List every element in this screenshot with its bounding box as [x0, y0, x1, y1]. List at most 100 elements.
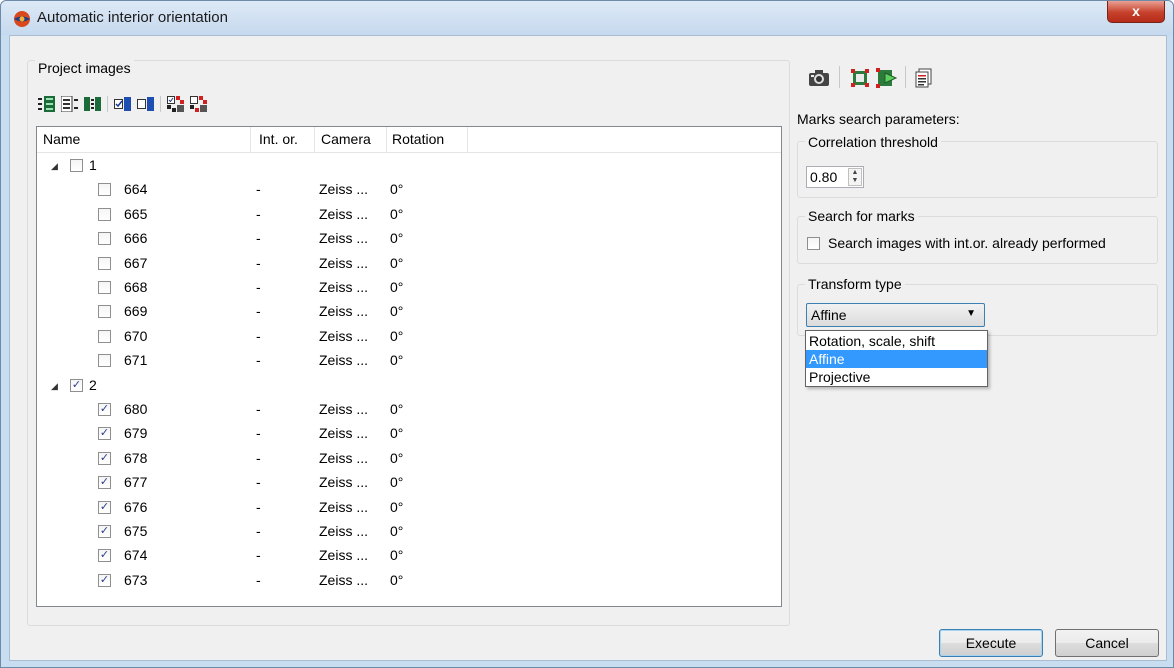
image-intor: -	[256, 327, 261, 344]
clear-marks-icon[interactable]	[190, 96, 208, 112]
tree-item-row[interactable]: ✓ 679 - Zeiss ... 0°	[37, 422, 781, 446]
group-checkbox[interactable]: ✓	[70, 378, 83, 392]
expand-all-icon[interactable]	[38, 96, 56, 112]
close-button[interactable]: x	[1107, 1, 1165, 23]
image-name: 679	[124, 425, 148, 442]
image-checkbox[interactable]	[98, 207, 111, 221]
tree-item-row[interactable]: 670 - Zeiss ... 0°	[37, 325, 781, 349]
group-name: 1	[89, 157, 97, 173]
toolbar-separator	[160, 96, 161, 112]
expand-arrow-icon[interactable]: ◢	[51, 161, 58, 172]
option-affine[interactable]: Affine	[806, 350, 987, 368]
tree-item-row[interactable]: ✓ 674 - Zeiss ... 0°	[37, 544, 781, 568]
uncheck-all-icon[interactable]	[137, 96, 155, 112]
image-checkbox[interactable]	[98, 232, 111, 246]
image-checkbox[interactable]	[98, 256, 111, 270]
image-intor: -	[256, 474, 261, 491]
image-rotation: 0°	[390, 449, 404, 466]
cancel-button[interactable]: Cancel	[1055, 629, 1159, 657]
group-name: 2	[89, 376, 97, 393]
title-bar[interactable]: Automatic interior orientation x	[1, 1, 1173, 35]
dialog-window: Automatic interior orientation x Project…	[0, 0, 1174, 668]
tree-item-row[interactable]: 671 - Zeiss ... 0°	[37, 349, 781, 373]
image-name: 678	[124, 449, 148, 466]
image-rotation: 0°	[390, 254, 404, 271]
check-all-icon[interactable]	[114, 96, 132, 112]
transform-type-select[interactable]: Affine ▼	[806, 303, 985, 327]
project-images-label: Project images	[35, 60, 134, 76]
tree-item-row[interactable]: 668 - Zeiss ... 0°	[37, 276, 781, 300]
search-performed-label[interactable]: Search images with int.or. already perfo…	[828, 235, 1106, 251]
toolbar-separator	[905, 66, 906, 88]
image-camera: Zeiss ...	[319, 498, 369, 515]
tree-item-row[interactable]: ✓ 676 - Zeiss ... 0°	[37, 496, 781, 520]
image-intor: -	[256, 523, 261, 539]
image-name: 680	[124, 401, 148, 417]
marks-frame-icon[interactable]	[850, 68, 870, 88]
image-rotation: 0°	[390, 571, 404, 588]
spin-up-icon[interactable]: ▲	[849, 169, 861, 177]
option-projective[interactable]: Projective	[806, 368, 987, 386]
chevron-down-icon: ▼	[966, 308, 976, 319]
toolbar-separator	[107, 96, 108, 112]
image-checkbox[interactable]: ✓	[98, 525, 111, 538]
image-checkbox[interactable]: ✓	[98, 476, 111, 490]
expand-arrow-icon[interactable]: ◢	[51, 381, 58, 392]
image-rotation: 0°	[390, 303, 404, 320]
tree-item-row[interactable]: ✓ 678 - Zeiss ... 0°	[37, 447, 781, 471]
collapse-list-icon[interactable]	[61, 96, 79, 112]
spin-down-icon[interactable]: ▼	[849, 177, 861, 185]
tree-item-row[interactable]: ✓ 677 - Zeiss ... 0°	[37, 471, 781, 495]
tree-item-row[interactable]: 669 - Zeiss ... 0°	[37, 300, 781, 324]
image-checkbox[interactable]: ✓	[98, 573, 111, 587]
image-checkbox[interactable]	[98, 305, 111, 319]
close-icon: x	[1132, 3, 1140, 19]
image-checkbox[interactable]	[98, 329, 111, 343]
column-header-rotation[interactable]: Rotation	[392, 131, 444, 147]
select-marks-icon[interactable]	[167, 96, 185, 112]
project-images-tree[interactable]: Name Int. or. Camera Rotation ◢ 1 664- Zeis…	[36, 126, 782, 607]
group-checkbox[interactable]	[70, 159, 83, 172]
tree-item-row[interactable]: ✓ 680 - Zeiss ... 0°	[37, 398, 781, 422]
tree-item-row[interactable]: 665 - Zeiss ... 0°	[37, 203, 781, 227]
image-rotation: 0°	[390, 205, 404, 222]
image-name: 668	[124, 279, 148, 295]
column-header-intor[interactable]: Int. or.	[259, 131, 298, 147]
image-checkbox[interactable]	[98, 281, 111, 294]
camera-icon[interactable]	[808, 68, 830, 88]
image-checkbox[interactable]: ✓	[98, 549, 111, 563]
image-rotation: 0°	[390, 352, 404, 369]
correlation-threshold-spinbox[interactable]: 0.80 ▲ ▼	[806, 166, 864, 188]
image-intor: -	[256, 254, 261, 271]
column-divider	[250, 127, 251, 153]
execute-button[interactable]: Execute	[939, 629, 1043, 657]
image-name: 670	[124, 327, 148, 344]
tree-item-row[interactable]: ✓ 675 - Zeiss ... 0°	[37, 520, 781, 544]
tree-item-row[interactable]: 667 - Zeiss ... 0°	[37, 252, 781, 276]
option-rotation-scale-shift[interactable]: Rotation, scale, shift	[806, 332, 987, 350]
tree-item-row[interactable]: ✓ 673 - Zeiss ... 0°	[37, 569, 781, 593]
image-checkbox[interactable]: ✓	[98, 500, 111, 514]
image-checkbox[interactable]: ✓	[98, 451, 111, 465]
image-rotation: 0°	[390, 474, 404, 491]
image-camera: Zeiss ...	[319, 230, 369, 247]
image-checkbox[interactable]: ✓	[98, 403, 111, 416]
tree-view-icon[interactable]	[84, 96, 102, 112]
column-header-camera[interactable]: Camera	[321, 131, 371, 147]
tree-item-row[interactable]: 664 - Zeiss ... 0°	[37, 178, 781, 202]
image-name: 664	[124, 181, 148, 198]
image-camera: Zeiss ...	[319, 523, 369, 539]
tree-group-row[interactable]: ◢ ✓ 2	[37, 374, 781, 398]
search-performed-checkbox[interactable]	[807, 237, 820, 250]
tree-item-row[interactable]: 666 - Zeiss ... 0°	[37, 227, 781, 251]
image-checkbox[interactable]	[98, 354, 111, 368]
spin-arrows[interactable]: ▲ ▼	[848, 168, 862, 186]
image-checkbox[interactable]: ✓	[98, 427, 111, 441]
column-header-name[interactable]: Name	[43, 131, 80, 147]
report-icon[interactable]	[914, 68, 934, 88]
tree-group-row[interactable]: ◢ 1	[37, 154, 781, 178]
image-checkbox[interactable]	[98, 183, 111, 197]
transform-selected-value: Affine	[811, 307, 847, 323]
marks-run-icon[interactable]	[876, 68, 898, 88]
transform-type-label: Transform type	[805, 276, 905, 292]
